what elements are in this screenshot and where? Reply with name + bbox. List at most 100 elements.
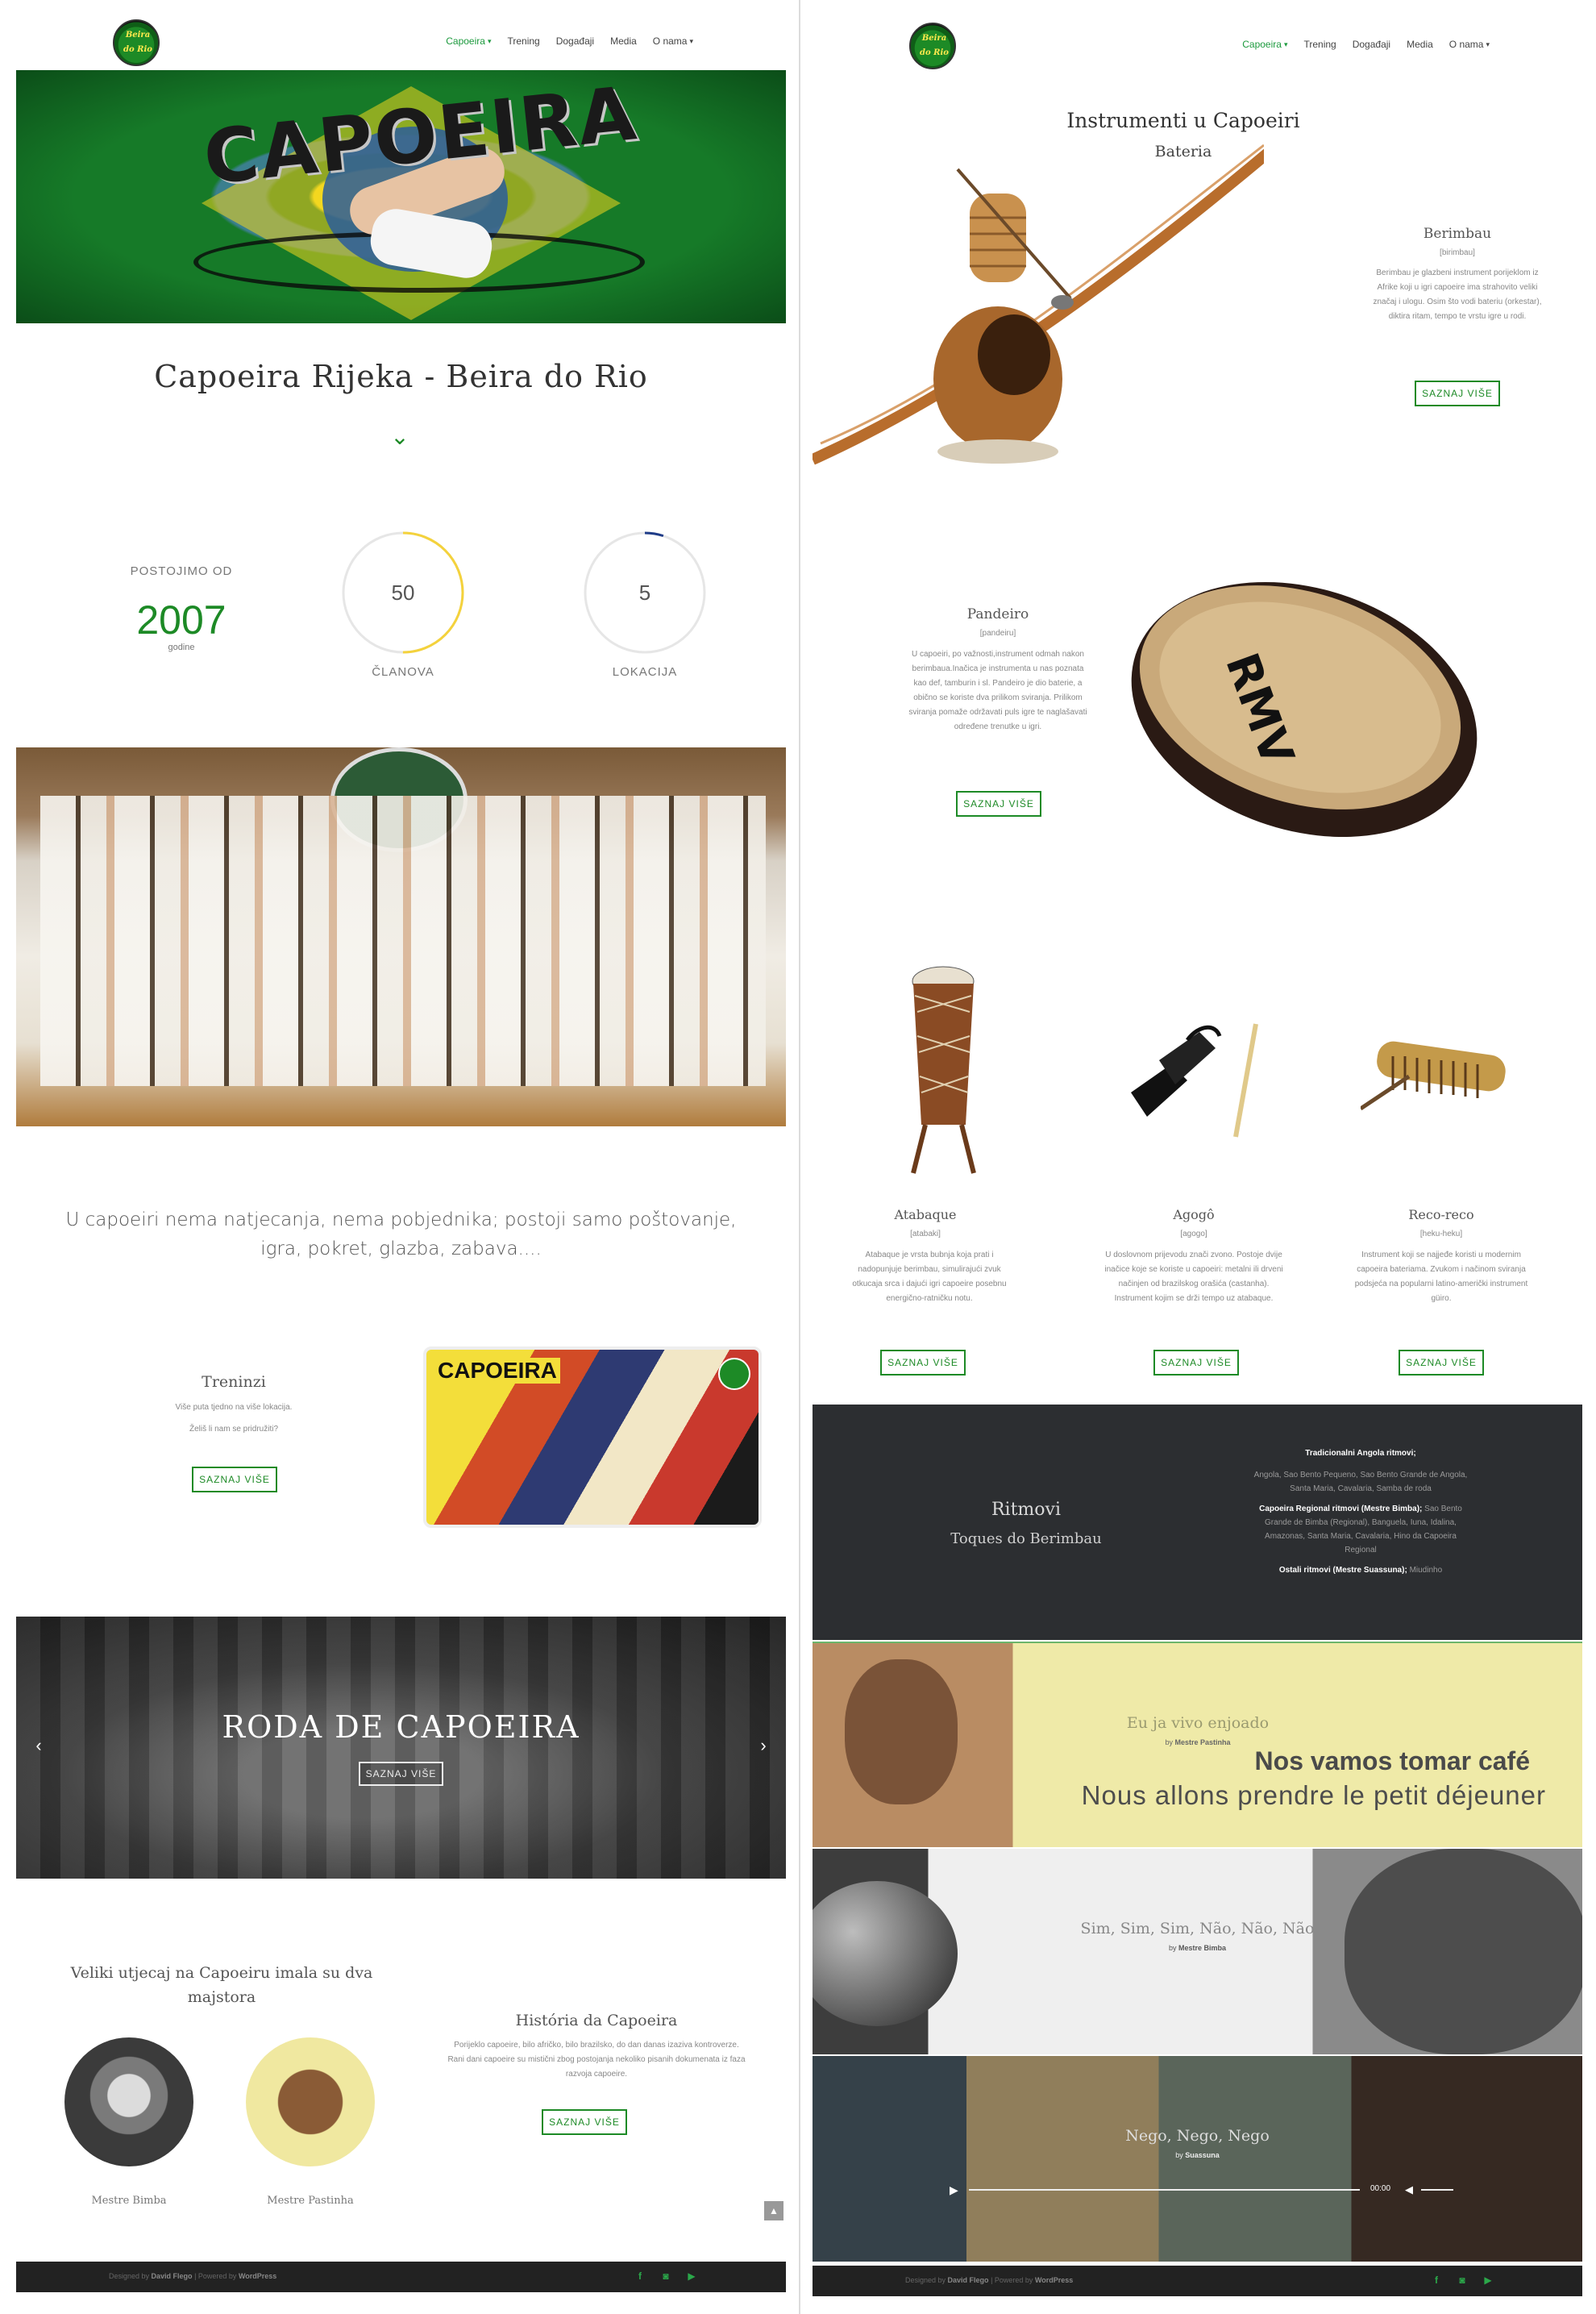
slider-prev-arrow-icon[interactable]: ‹: [31, 1736, 47, 1755]
pandeiro-pron: [pandeiru]: [979, 629, 1016, 638]
reco-reco-title: Reco-reco: [1408, 1207, 1474, 1222]
locations-value: 5: [638, 581, 651, 605]
song-title: Nego, Nego, Nego: [1125, 2127, 1270, 2145]
masters-heading: Veliki utjecaj na Capoeiru imala su dva …: [70, 1964, 373, 2006]
atabaque-more-button[interactable]: SAZNAJ VIŠE: [880, 1350, 966, 1375]
chevron-down-icon: ▾: [1283, 40, 1288, 48]
audio-progress-track[interactable]: [969, 2189, 1360, 2191]
master-name-2: Mestre Pastinha: [267, 2195, 354, 2207]
slider-next-arrow-icon[interactable]: ›: [755, 1736, 771, 1755]
play-icon[interactable]: ▶: [950, 2182, 961, 2198]
site-footer: Designed by David Flego | Powered by Wor…: [16, 2262, 786, 2292]
nav-item-capoeira[interactable]: Capoeira ▾: [446, 35, 491, 47]
song-title: Eu ja vivo enjoado: [1126, 1714, 1270, 1732]
atabaque-pron: [atabaki]: [910, 1230, 941, 1238]
site-footer: Designed by David Flego | Powered by Wor…: [813, 2266, 1582, 2296]
rhythms-title: Ritmovi: [991, 1500, 1061, 1520]
song-card-pastinha: Eu ja vivo enjoado by Mestre Pastinha No…: [813, 1642, 1582, 1847]
berimbau-text: Berimbau je glazbeni instrument porijekl…: [1373, 268, 1542, 321]
history-more-button[interactable]: SAZNAJ VIŠE: [542, 2109, 627, 2135]
group-photo: [16, 747, 786, 1126]
history-text: Porijeklo capoeire, bilo afričko, bilo b…: [447, 2041, 746, 2079]
master-name-1: Mestre Bimba: [91, 2195, 167, 2207]
nav-item-media[interactable]: Media: [610, 35, 637, 47]
pandeiro-more-button[interactable]: SAZNAJ VIŠE: [956, 791, 1041, 817]
members-value: 50: [391, 581, 415, 605]
instagram-icon[interactable]: ◙: [660, 2270, 671, 2282]
history-title: História da Capoeira: [515, 2012, 678, 2029]
atabaque-text: Atabaque je vrsta bubnja koja prati i na…: [852, 1251, 1007, 1303]
training-title: Treninzi: [202, 1373, 266, 1391]
training-line2: Želiš li nam se pridružiti?: [189, 1425, 279, 1434]
youtube-icon[interactable]: ▶: [1482, 2274, 1494, 2286]
audio-time: 00:00: [1370, 2184, 1391, 2193]
agogo-text: U doslovnom prijevodu znači zvono. Posto…: [1104, 1251, 1283, 1303]
nav-item-trening[interactable]: Trening: [1303, 39, 1336, 50]
youtube-icon[interactable]: ▶: [686, 2270, 697, 2282]
reco-reco-text: Instrument koji se najjeđe koristi u mod…: [1354, 1251, 1528, 1303]
page-divider: [799, 0, 800, 2314]
capoeira-badge-icon: [718, 1358, 750, 1390]
agogo-pron: [agogo]: [1180, 1230, 1207, 1238]
pandeiro-image: RMV: [1131, 581, 1478, 838]
volume-icon[interactable]: ◀: [1405, 2182, 1416, 2198]
training-more-button[interactable]: SAZNAJ VIŠE: [192, 1467, 277, 1492]
locations-label: LOKACIJA: [612, 665, 678, 679]
nav-item-o-nama[interactable]: O nama ▾: [653, 35, 693, 47]
roda-slider: RODA DE CAPOEIRA SAZNAJ VIŠE ‹ ›: [16, 1617, 786, 1879]
main-nav: Capoeira ▾ Trening Događaji Media O nama ▾: [446, 35, 693, 47]
site-logo[interactable]: Beira do Rio: [909, 23, 956, 69]
footer-social-links: f ◙ ▶: [634, 2270, 697, 2282]
site-header: Beira do Rio Capoeira ▾ Trening Događaji …: [813, 0, 1582, 71]
berimbau-pron: [birimbau]: [1440, 248, 1475, 257]
rhythms-subtitle: Toques do Berimbau: [950, 1530, 1102, 1547]
instagram-icon[interactable]: ◙: [1457, 2274, 1468, 2286]
footer-credit: Designed by David Flego | Powered by Wor…: [109, 2272, 277, 2280]
audio-player: ▶ 00:00 ◀: [950, 2182, 1453, 2198]
home-page: Beira do Rio Capoeira ▾ Trening Događaji …: [16, 0, 786, 2314]
page-title: Capoeira Rijeka - Beira do Rio: [154, 359, 648, 394]
since-sub: godine: [168, 643, 195, 652]
instruments-title: Instrumenti u Capoeiri: [1066, 109, 1300, 132]
song-author: by Mestre Pastinha: [1165, 1738, 1231, 1746]
reco-reco-more-button[interactable]: SAZNAJ VIŠE: [1399, 1350, 1484, 1375]
nav-item-dogadaji[interactable]: Događaji: [1353, 39, 1390, 50]
slider-more-button[interactable]: SAZNAJ VIŠE: [359, 1762, 443, 1786]
since-year: 2007: [136, 597, 227, 643]
site-logo[interactable]: Beira do Rio: [113, 19, 160, 66]
chevron-down-icon: ▾: [689, 36, 693, 45]
atabaque-image: [911, 966, 976, 1174]
song-card-suassuna: Nego, Nego, Nego by Suassuna ▶ 00:00 ◀: [813, 2056, 1582, 2262]
slider-title: RODA DE CAPOEIRA: [222, 1709, 580, 1745]
volume-slider[interactable]: [1421, 2189, 1453, 2191]
nav-item-o-nama[interactable]: O nama ▾: [1449, 39, 1490, 50]
nav-item-media[interactable]: Media: [1407, 39, 1433, 50]
berimbau-image: [813, 144, 1264, 465]
reco-reco-pron: [heku-heku]: [1419, 1230, 1463, 1238]
nav-item-trening[interactable]: Trening: [507, 35, 539, 47]
nav-item-capoeira[interactable]: Capoeira ▾: [1242, 39, 1287, 50]
footer-credit: Designed by David Flego | Powered by Wor…: [905, 2276, 1074, 2284]
hero-banner-image: CAPOEIRA: [16, 70, 786, 323]
chevron-down-icon: ▾: [1486, 40, 1490, 48]
nav-item-dogadaji[interactable]: Događaji: [556, 35, 594, 47]
scroll-down-chevron-icon[interactable]: ⌄: [385, 426, 414, 448]
since-label: POSTOJIMO OD: [130, 564, 233, 578]
song-card-bimba: Sim, Sim, Sim, Não, Não, Não by Mestre B…: [813, 1849, 1582, 2054]
song-lyric-line-1: Nos vamos tomar café: [1254, 1746, 1530, 1775]
rhythms-section: Ritmovi Toques do Berimbau Tradicionalni…: [813, 1405, 1582, 1640]
song-title: Sim, Sim, Sim, Não, Não, Não: [1080, 1920, 1315, 1937]
rhythms-list: Tradicionalni Angola ritmovi; Angola, Sa…: [1253, 1449, 1468, 1575]
scroll-to-top-icon[interactable]: ▲: [764, 2201, 783, 2220]
song-author: by Suassuna: [1175, 2151, 1220, 2159]
footer-social-links: f ◙ ▶: [1431, 2274, 1494, 2286]
agogo-more-button[interactable]: SAZNAJ VIŠE: [1153, 1350, 1239, 1375]
song-author: by Mestre Bimba: [1168, 1944, 1227, 1952]
members-label: ČLANOVA: [372, 665, 434, 679]
facebook-icon[interactable]: f: [634, 2270, 646, 2282]
instruments-page: Beira do Rio Capoeira ▾ Trening Događaji …: [813, 0, 1582, 2314]
berimbau-more-button[interactable]: SAZNAJ VIŠE: [1415, 381, 1500, 406]
facebook-icon[interactable]: f: [1431, 2274, 1442, 2286]
training-image: CAPOEIRA: [423, 1346, 762, 1528]
pandeiro-text: U capoeiri, po važnosti,instrument odmah…: [908, 650, 1087, 731]
